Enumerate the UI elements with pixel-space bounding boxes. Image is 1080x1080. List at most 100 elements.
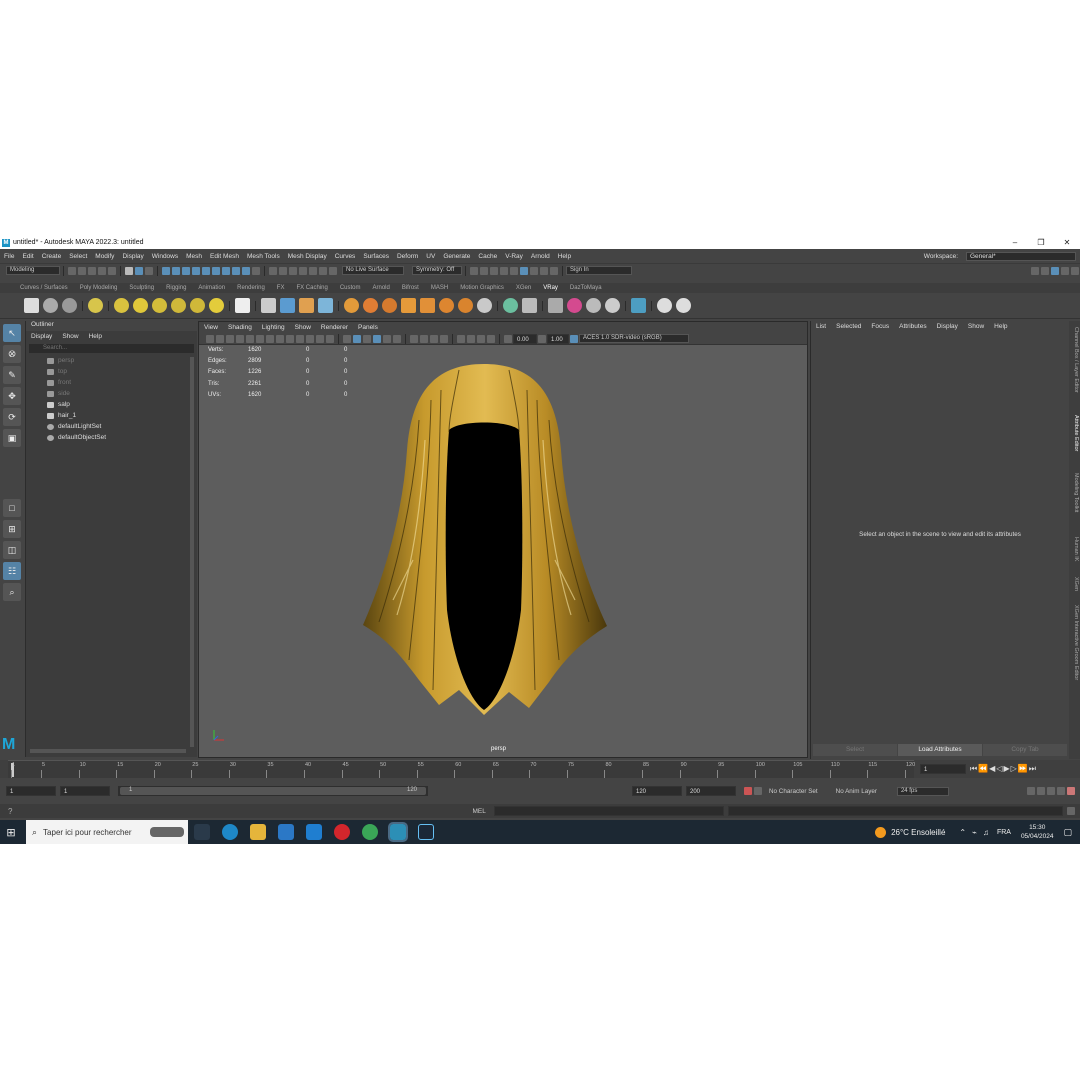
snap-curve-icon[interactable] xyxy=(172,266,180,275)
scene-icon[interactable] xyxy=(318,298,333,313)
outliner-item[interactable]: persp xyxy=(26,355,197,366)
viewport-panel[interactable]: View Shading Lighting Show Renderer Pane… xyxy=(198,321,808,758)
side-tab-xgen-groom[interactable]: XGen Interactive Groom Editor xyxy=(1070,605,1079,680)
grid-toggle-icon[interactable] xyxy=(266,334,274,343)
select-hierarchy-icon[interactable] xyxy=(125,266,133,275)
shelf-tab[interactable]: FX xyxy=(271,285,291,291)
live-surface-field[interactable]: No Live Surface xyxy=(342,266,404,275)
displacement-icon[interactable] xyxy=(401,298,416,313)
paint-select-icon[interactable]: ✎ xyxy=(3,366,21,384)
image-plane-icon[interactable] xyxy=(236,334,244,343)
symmetry-select[interactable]: Symmetry: Off xyxy=(412,266,462,275)
isolate-select-icon[interactable] xyxy=(457,334,465,343)
filter2-icon[interactable] xyxy=(222,266,230,275)
gear-icon[interactable] xyxy=(477,298,492,313)
xray-components-icon[interactable] xyxy=(487,334,495,343)
viewport-menu-show[interactable]: Show xyxy=(295,324,311,331)
sphere-icon[interactable] xyxy=(43,298,58,313)
load-attributes-button[interactable]: Load Attributes xyxy=(898,744,982,756)
dome-light-icon[interactable] xyxy=(114,298,129,313)
snap-surface-icon[interactable] xyxy=(202,266,210,275)
snap-together-icon[interactable] xyxy=(279,266,287,275)
vray-ipr-icon[interactable] xyxy=(530,266,538,275)
script-editor-icon[interactable] xyxy=(1066,807,1075,815)
render-icon[interactable] xyxy=(470,266,478,275)
outliner-item[interactable]: salp xyxy=(26,399,197,410)
undo-icon[interactable] xyxy=(98,266,106,275)
film-gate-icon[interactable] xyxy=(276,334,284,343)
vray-logo-icon[interactable] xyxy=(657,298,672,313)
anti-alias-icon[interactable] xyxy=(430,334,438,343)
shelf-tab[interactable]: Bifrost xyxy=(396,285,425,291)
menu-display[interactable]: Display xyxy=(122,253,143,260)
playback-start-field[interactable]: 1 xyxy=(60,786,110,796)
workspace-select[interactable]: General* xyxy=(966,251,1076,261)
time-slider[interactable]: 1 5 10 15 20 25 30 35 40 45 50 55 60 65 70 75 80 85 90 95 10… xyxy=(0,760,1080,778)
menu-arnold[interactable]: Arnold xyxy=(531,253,550,260)
toon-icon[interactable] xyxy=(439,298,454,313)
step-back-frame-icon[interactable]: ◀ xyxy=(989,764,995,774)
rect-light-icon[interactable] xyxy=(133,298,148,313)
mail-icon[interactable] xyxy=(306,824,322,840)
save-scene-icon[interactable] xyxy=(88,266,96,275)
shelf-tab[interactable]: Animation xyxy=(192,285,231,291)
outliner-menu-show[interactable]: Show xyxy=(62,333,78,340)
rotate-tool-icon[interactable]: ⟳ xyxy=(3,408,21,426)
shelf-tab[interactable]: Curves / Surfaces xyxy=(14,285,74,291)
close-button[interactable]: ✕ xyxy=(1054,238,1080,247)
outliner-item[interactable]: front xyxy=(26,377,197,388)
menu-curves[interactable]: Curves xyxy=(335,253,356,260)
command-input[interactable] xyxy=(493,806,724,816)
play-forward-icon[interactable]: ▶ xyxy=(1003,764,1009,774)
ambient-occlusion-icon[interactable] xyxy=(410,334,418,343)
gamma-field[interactable]: 1.00 xyxy=(547,333,569,344)
end-time-field[interactable]: 200 xyxy=(686,786,736,796)
opera-icon[interactable] xyxy=(334,824,350,840)
dimension-icon[interactable] xyxy=(548,298,563,313)
volume-icon[interactable]: ♫ xyxy=(983,828,989,837)
outliner-item[interactable]: side xyxy=(26,388,197,399)
side-tab-attribute-editor[interactable]: Attribute Editor xyxy=(1070,415,1079,451)
windows-start-icon[interactable]: ⊞ xyxy=(0,826,22,839)
palette-icon[interactable] xyxy=(605,298,620,313)
side-tab-xgen[interactable]: XGen xyxy=(1070,577,1079,591)
step-forward-frame-icon[interactable]: ▷ xyxy=(1011,764,1017,774)
menu-select[interactable]: Select xyxy=(69,253,87,260)
plane-icon[interactable] xyxy=(235,298,250,313)
pause-icon[interactable] xyxy=(550,266,558,275)
menu-edit[interactable]: Edit xyxy=(22,253,33,260)
lasso-tool-icon[interactable]: ⭙ xyxy=(3,345,21,363)
exposure-field[interactable]: 0.00 xyxy=(513,333,537,344)
attr-menu-attributes[interactable]: Attributes xyxy=(899,323,926,330)
bookmark-icon[interactable] xyxy=(226,334,234,343)
clock[interactable]: 15:30 05/04/2024 xyxy=(1021,823,1054,841)
export-proxy-icon[interactable] xyxy=(280,298,295,313)
render-settings-icon[interactable] xyxy=(500,266,508,275)
shadows-icon[interactable] xyxy=(393,334,401,343)
script-language-label[interactable]: MEL xyxy=(472,808,485,815)
menu-help[interactable]: Help xyxy=(558,253,571,260)
shelf-tab[interactable]: Arnold xyxy=(367,285,396,291)
shelf-tab[interactable]: Poly Modeling xyxy=(74,285,124,291)
attr-menu-show[interactable]: Show xyxy=(968,323,984,330)
edge-icon[interactable] xyxy=(222,824,238,840)
outliner-search-input[interactable]: Search... xyxy=(29,344,194,353)
two-view-icon[interactable]: ◫ xyxy=(3,541,21,559)
help-icon[interactable]: ? xyxy=(8,807,12,816)
shelf-tab[interactable]: Custom xyxy=(334,285,367,291)
menu-generate[interactable]: Generate xyxy=(443,253,470,260)
ipr-icon[interactable] xyxy=(490,266,498,275)
sun-light-icon[interactable] xyxy=(209,298,224,313)
fur-icon[interactable] xyxy=(299,298,314,313)
filter3-icon[interactable] xyxy=(232,266,240,275)
outliner-layout-icon[interactable]: ☷ xyxy=(3,562,21,580)
attr-menu-selected[interactable]: Selected xyxy=(836,323,861,330)
cache-icon[interactable] xyxy=(1047,787,1055,795)
menu-cache[interactable]: Cache xyxy=(478,253,497,260)
start-time-field[interactable]: 1 xyxy=(6,786,56,796)
tree-icon[interactable] xyxy=(503,298,518,313)
resolution-gate-icon[interactable] xyxy=(286,334,294,343)
open-scene-icon[interactable] xyxy=(78,266,86,275)
wireframe-on-shaded-icon[interactable] xyxy=(363,334,371,343)
safe-title-icon[interactable] xyxy=(326,334,334,343)
